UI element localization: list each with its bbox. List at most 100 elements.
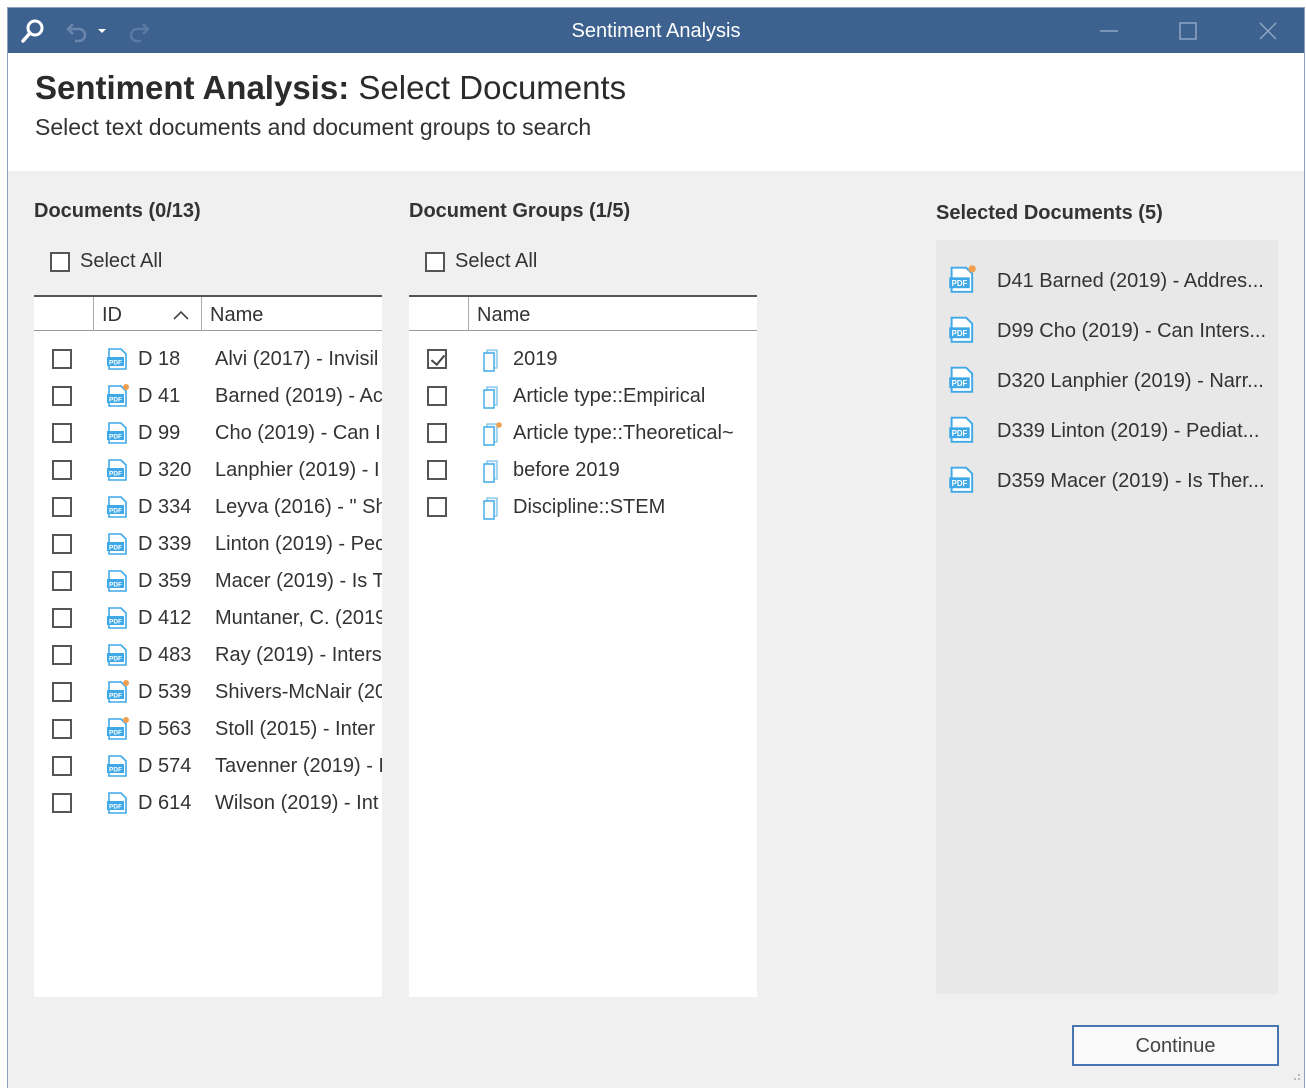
- page-subtitle: Select text documents and document group…: [35, 114, 592, 140]
- selected-document-item[interactable]: PDF D320 Lanphier (2019) - Narr...: [936, 356, 1278, 406]
- document-row-checkbox[interactable]: [52, 645, 72, 665]
- group-row[interactable]: Discipline::STEM: [409, 489, 757, 526]
- svg-text:PDF: PDF: [109, 581, 122, 588]
- document-row-id: D 412: [138, 607, 192, 629]
- document-row[interactable]: PDF D 614 Wilson (2019) - Int: [34, 785, 382, 822]
- document-row-name: Linton (2019) - Pec: [215, 533, 382, 555]
- svg-text:PDF: PDF: [109, 803, 122, 810]
- close-icon[interactable]: [1238, 8, 1298, 53]
- document-row-id: D 334: [138, 496, 192, 518]
- document-row-id: D 563: [138, 718, 192, 740]
- pdf-document-icon: PDF: [106, 754, 130, 783]
- pdf-document-icon: PDF: [106, 791, 130, 820]
- group-row-name: Article type::Empirical: [513, 385, 706, 407]
- document-row[interactable]: PDF D 539 Shivers-McNair (20: [34, 674, 382, 711]
- document-row[interactable]: PDF D 99 Cho (2019) - Can I: [34, 415, 382, 452]
- groups-name-column-header[interactable]: Name: [468, 297, 757, 331]
- pdf-document-icon: PDF: [106, 717, 130, 746]
- pdf-document-icon: PDF: [106, 680, 130, 709]
- document-row[interactable]: PDF D 18 Alvi (2017) - Invisil: [34, 341, 382, 378]
- document-row[interactable]: PDF D 483 Ray (2019) - Inters: [34, 637, 382, 674]
- documents-name-column-label: Name: [210, 304, 264, 326]
- documents-select-all[interactable]: Select All: [50, 250, 162, 273]
- continue-button[interactable]: Continue: [1072, 1025, 1279, 1066]
- svg-text:PDF: PDF: [109, 618, 122, 625]
- svg-text:PDF: PDF: [109, 359, 122, 366]
- group-row-checkbox[interactable]: [427, 460, 447, 480]
- document-row-checkbox[interactable]: [52, 719, 72, 739]
- dialog-window: Sentiment Analysis Sentiment Analysis: S…: [7, 7, 1305, 1088]
- document-row-name: Ray (2019) - Inters: [215, 644, 382, 666]
- selected-document-item[interactable]: PDF D359 Macer (2019) - Is Ther...: [936, 456, 1278, 506]
- group-row[interactable]: 2019: [409, 341, 757, 378]
- minimize-icon[interactable]: [1079, 8, 1139, 53]
- document-row-checkbox[interactable]: [52, 682, 72, 702]
- pdf-document-icon: PDF: [106, 569, 130, 598]
- resize-grip-icon[interactable]: [1289, 1068, 1301, 1086]
- document-row[interactable]: PDF D 359 Macer (2019) - Is T: [34, 563, 382, 600]
- sort-ascending-icon: [172, 297, 190, 333]
- document-row-id: D 18: [138, 348, 181, 370]
- group-row-name: 2019: [513, 348, 558, 370]
- svg-text:PDF: PDF: [109, 433, 122, 440]
- svg-text:PDF: PDF: [109, 655, 122, 662]
- groups-select-all[interactable]: Select All: [425, 250, 537, 273]
- document-row[interactable]: PDF D 320 Lanphier (2019) - I: [34, 452, 382, 489]
- selected-document-item[interactable]: PDF D41 Barned (2019) - Addres...: [936, 256, 1278, 306]
- svg-text:PDF: PDF: [109, 544, 122, 551]
- documents-table: ID Name PDF D 18 Alvi (2017) - Invisil PDF D…: [34, 295, 382, 997]
- document-row[interactable]: PDF D 574 Tavenner (2019) - I: [34, 748, 382, 785]
- document-row-checkbox[interactable]: [52, 423, 72, 443]
- selected-document-label: D359 Macer (2019) - Is Ther...: [997, 470, 1265, 492]
- pdf-document-icon: PDF: [106, 384, 130, 413]
- document-group-icon: [481, 459, 503, 488]
- group-row-checkbox[interactable]: [427, 386, 447, 406]
- documents-name-column-header[interactable]: Name: [201, 297, 382, 331]
- group-row[interactable]: before 2019: [409, 452, 757, 489]
- document-row-checkbox[interactable]: [52, 756, 72, 776]
- selected-document-label: D99 Cho (2019) - Can Inters...: [997, 320, 1267, 342]
- maximize-icon[interactable]: [1158, 8, 1218, 53]
- group-row[interactable]: Article type::Empirical: [409, 378, 757, 415]
- document-row-checkbox[interactable]: [52, 386, 72, 406]
- page-title-rest: Select Documents: [358, 69, 627, 106]
- groups-select-all-label: Select All: [455, 250, 538, 272]
- document-row-id: D 614: [138, 792, 192, 814]
- document-row-name: Lanphier (2019) - I: [215, 459, 380, 481]
- document-row-checkbox[interactable]: [52, 349, 72, 369]
- document-row-name: Tavenner (2019) - I: [215, 755, 382, 777]
- document-row-name: Alvi (2017) - Invisil: [215, 348, 379, 370]
- document-row-name: Barned (2019) - Ac: [215, 385, 382, 407]
- document-row-checkbox[interactable]: [52, 793, 72, 813]
- document-row-checkbox[interactable]: [52, 571, 72, 591]
- document-row-id: D 339: [138, 533, 192, 555]
- group-row-checkbox[interactable]: [427, 349, 447, 369]
- document-row-checkbox[interactable]: [52, 608, 72, 628]
- document-group-icon: [481, 385, 503, 414]
- groups-name-column-label: Name: [477, 304, 531, 326]
- documents-id-column-header[interactable]: ID: [93, 297, 201, 331]
- selected-document-label: D339 Linton (2019) - Pediat...: [997, 420, 1260, 442]
- selected-document-item[interactable]: PDF D339 Linton (2019) - Pediat...: [936, 406, 1278, 456]
- document-row[interactable]: PDF D 412 Muntaner, C. (2019: [34, 600, 382, 637]
- document-row[interactable]: PDF D 41 Barned (2019) - Ac: [34, 378, 382, 415]
- document-row-checkbox[interactable]: [52, 534, 72, 554]
- documents-checkbox-column-header: [34, 297, 93, 331]
- document-row[interactable]: PDF D 334 Leyva (2016) - " Sh: [34, 489, 382, 526]
- document-row-id: D 41: [138, 385, 181, 407]
- document-row[interactable]: PDF D 339 Linton (2019) - Pec: [34, 526, 382, 563]
- document-row-name: Macer (2019) - Is T: [215, 570, 382, 592]
- groups-select-all-checkbox[interactable]: [425, 251, 445, 272]
- document-row-id: D 483: [138, 644, 192, 666]
- pdf-document-icon: PDF: [106, 458, 130, 487]
- selected-document-item[interactable]: PDF D99 Cho (2019) - Can Inters...: [936, 306, 1278, 356]
- documents-id-column-label: ID: [102, 304, 122, 326]
- documents-select-all-checkbox[interactable]: [50, 251, 70, 272]
- pdf-document-icon: PDF: [106, 495, 130, 524]
- group-row[interactable]: Article type::Theoretical~: [409, 415, 757, 452]
- document-row-checkbox[interactable]: [52, 497, 72, 517]
- group-row-checkbox[interactable]: [427, 423, 447, 443]
- group-row-checkbox[interactable]: [427, 497, 447, 517]
- document-row[interactable]: PDF D 563 Stoll (2015) - Inter: [34, 711, 382, 748]
- document-row-checkbox[interactable]: [52, 460, 72, 480]
